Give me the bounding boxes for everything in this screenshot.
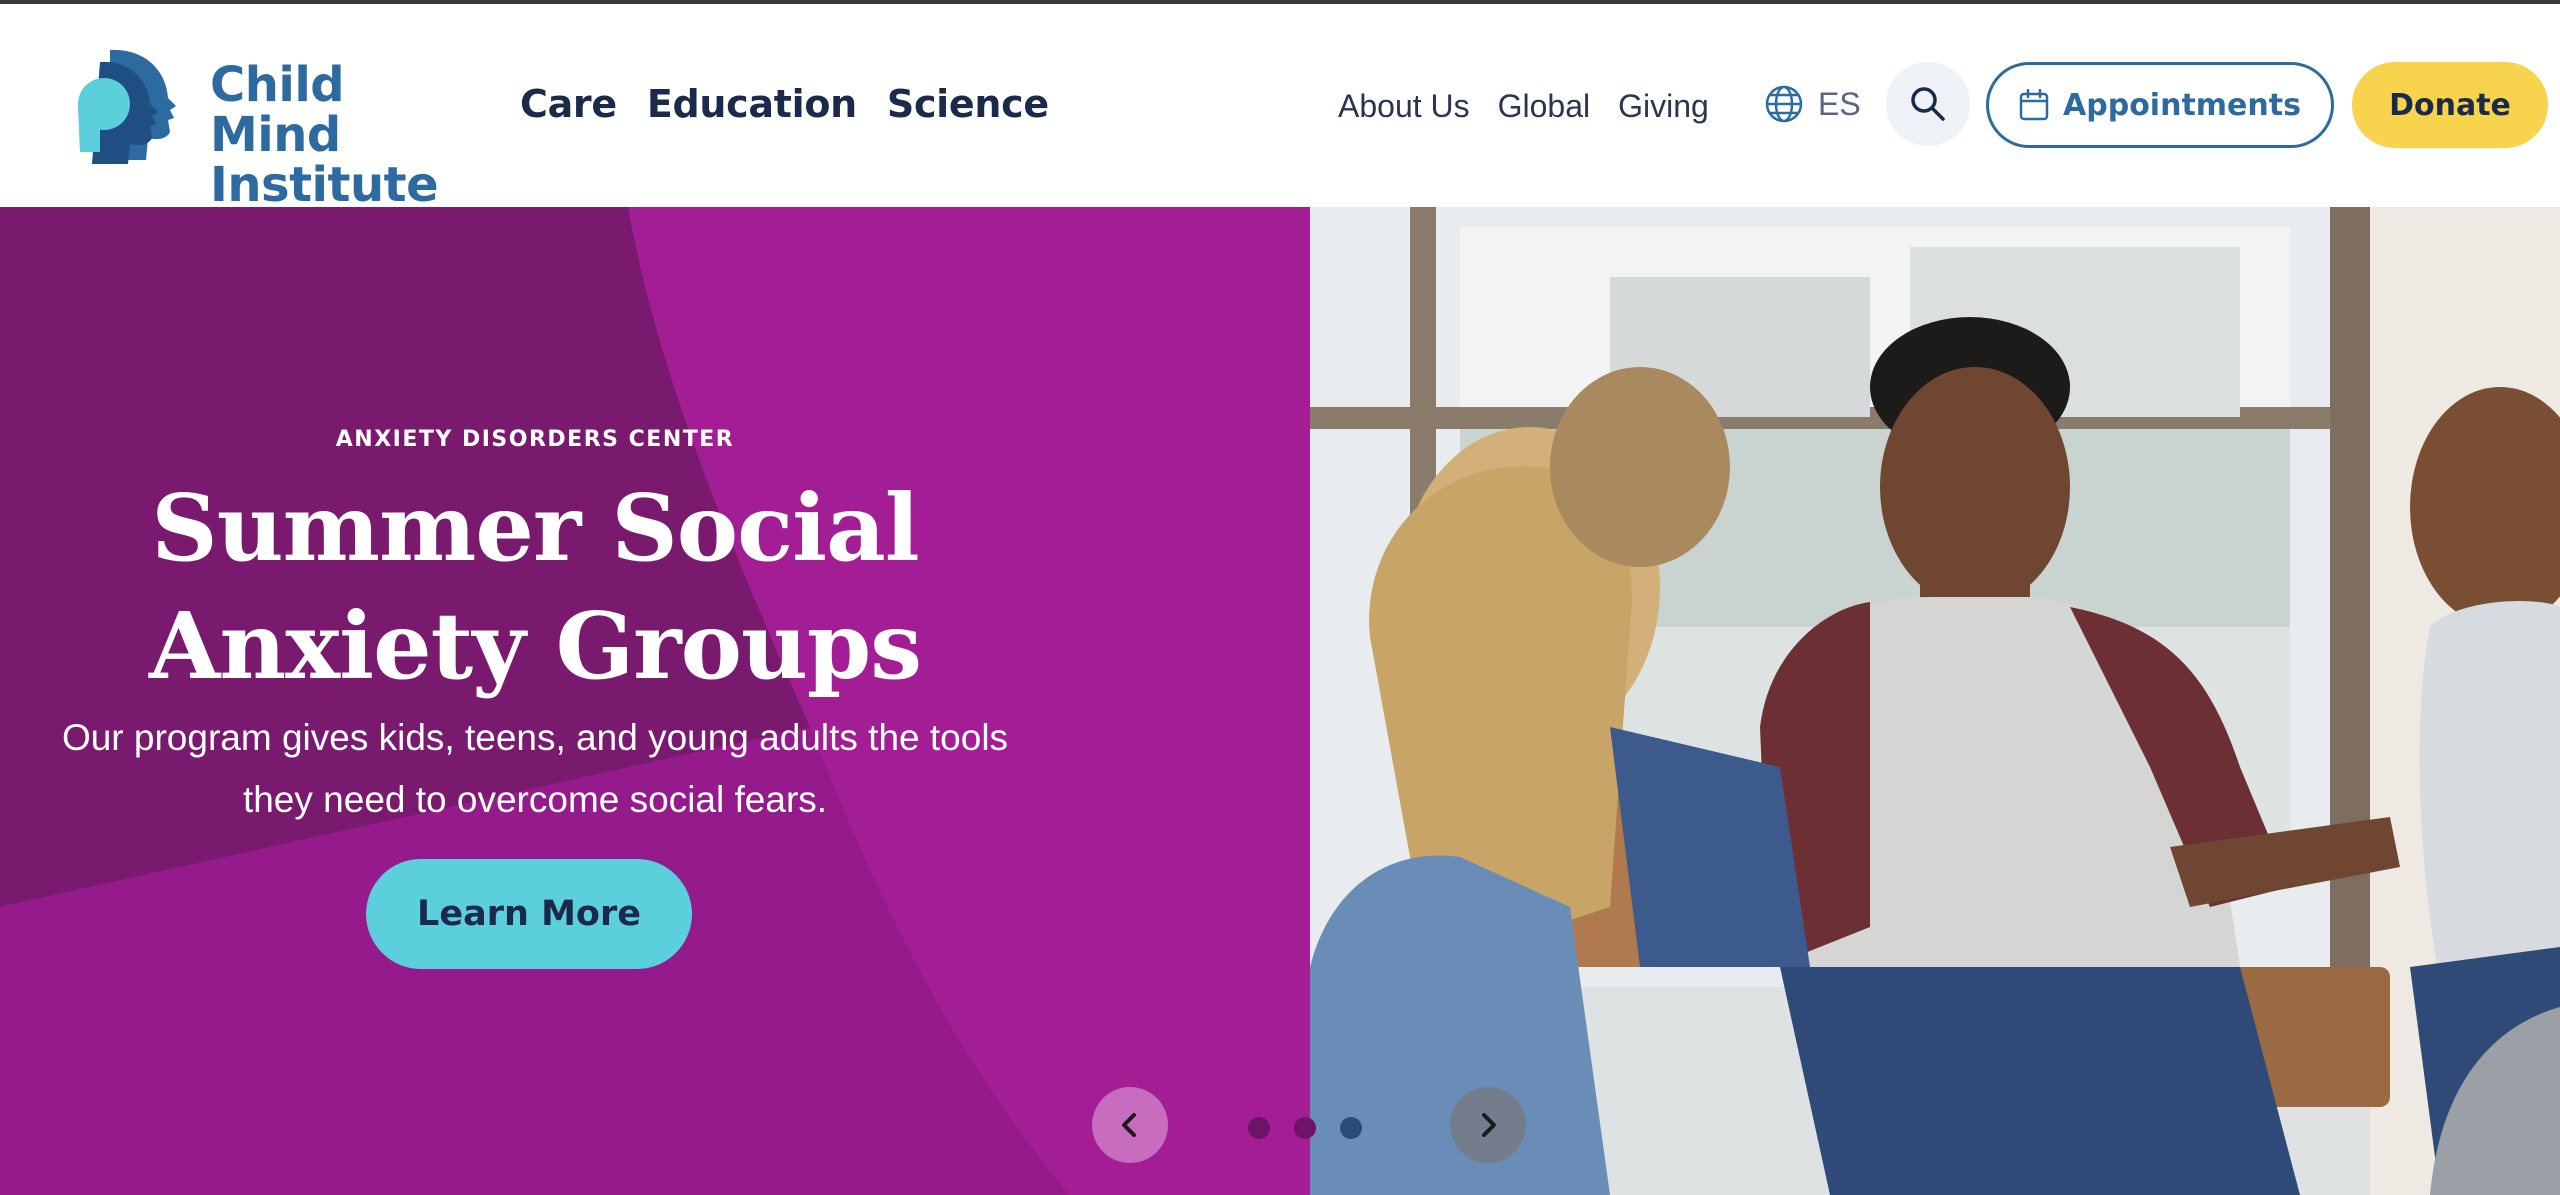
nav-giving[interactable]: Giving — [1618, 88, 1709, 125]
hero-headline: Summer Social Anxiety Groups — [0, 469, 1070, 705]
site-header: Child Mind Institute Care Education Scie… — [0, 4, 2560, 210]
carousel-dot-1[interactable] — [1248, 1117, 1270, 1139]
hero-headline-line-1: Summer Social — [151, 474, 919, 582]
nav-education[interactable]: Education — [647, 82, 857, 126]
hero-description-line-1: Our program gives kids, teens, and young… — [61, 717, 1009, 758]
carousel-dots — [1248, 1117, 1362, 1139]
search-icon — [1911, 87, 1945, 121]
nav-science[interactable]: Science — [887, 82, 1049, 126]
appointments-button[interactable]: Appointments — [1986, 62, 2334, 148]
nav-about-us[interactable]: About Us — [1338, 88, 1470, 125]
language-label: ES — [1818, 85, 1861, 122]
hero-eyebrow: ANXIETY DISORDERS CENTER — [335, 427, 735, 452]
hero-carousel: ANXIETY DISORDERS CENTER Summer Social A… — [0, 207, 2560, 1195]
hero-panel: ANXIETY DISORDERS CENTER Summer Social A… — [0, 207, 1310, 1195]
logo-line-2: Institute — [210, 157, 439, 213]
carousel-dot-2[interactable] — [1294, 1117, 1316, 1139]
search-button[interactable] — [1886, 62, 1970, 146]
hero-description: Our program gives kids, teens, and young… — [0, 707, 1070, 831]
logo-wordmark: Child Mind Institute — [210, 60, 470, 210]
carousel-next-button[interactable] — [1450, 1087, 1526, 1163]
learn-more-button[interactable]: Learn More — [366, 859, 692, 969]
carousel-dot-3[interactable] — [1340, 1117, 1362, 1139]
logo-line-1: Child Mind — [210, 57, 345, 163]
appointments-label: Appointments — [2063, 87, 2301, 123]
nav-care[interactable]: Care — [520, 82, 617, 126]
hero-description-line-2: they need to overcome social fears. — [242, 779, 828, 820]
chevron-right-icon — [1482, 1113, 1496, 1137]
calendar-icon — [2019, 89, 2049, 121]
donate-label: Donate — [2389, 87, 2511, 123]
main-nav: Care Education Science — [520, 82, 1049, 126]
nav-global[interactable]: Global — [1498, 88, 1591, 125]
group-session-photo — [1310, 207, 2560, 1195]
language-switch[interactable]: ES — [1764, 84, 1861, 124]
donate-button[interactable]: Donate — [2352, 62, 2548, 148]
logo-icon — [78, 49, 176, 164]
learn-more-label: Learn More — [417, 894, 641, 934]
globe-icon — [1765, 85, 1803, 123]
logo-link[interactable]: Child Mind Institute — [70, 48, 470, 210]
hero-photo — [1310, 207, 2560, 1195]
carousel-prev-button[interactable] — [1092, 1087, 1168, 1163]
hero-headline-line-2: Anxiety Groups — [149, 592, 922, 700]
chevron-left-icon — [1122, 1113, 1136, 1137]
utility-nav: About Us Global Giving — [1338, 88, 1709, 125]
